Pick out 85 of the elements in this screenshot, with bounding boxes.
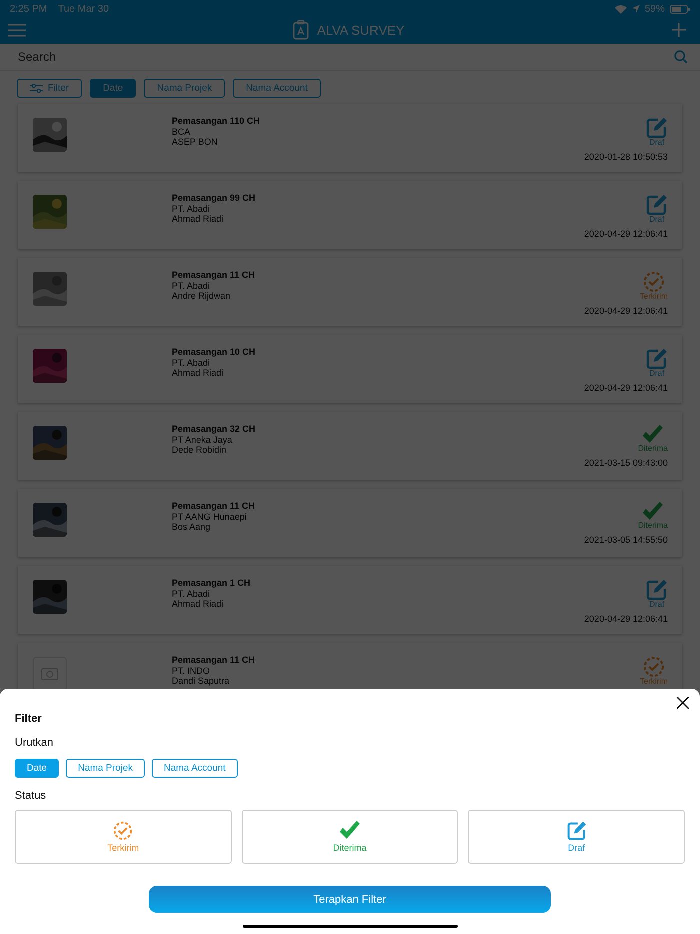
status-label: Diterima [638,444,668,453]
survey-title: Pemasangan 10 CH [172,347,257,358]
menu-icon[interactable] [8,24,26,36]
survey-date: 2020-01-28 10:50:53 [584,152,668,162]
close-icon[interactable] [677,697,689,709]
status-label: Terkirim [640,677,668,686]
battery-percent: 59% [644,4,665,14]
survey-date: 2020-04-29 12:06:41 [584,229,668,239]
survey-title: Pemasangan 32 CH [172,424,257,434]
status-label: Terkirim [640,292,668,301]
filter-chip[interactable]: Filter [17,79,82,98]
status-time: 2:25 PM [10,4,48,14]
survey-title: Pemasangan 11 CH [172,655,256,666]
person-name: Ahmad Riadi [172,599,225,610]
survey-card[interactable]: Pemasangan 99 CH PT. Abadi Ahmad Riadi Draf 2020-04-29 12:06:41 [18,181,682,249]
survey-card[interactable]: Pemasangan 10 CH PT. Abadi Ahmad Riadi Draf 2020-04-29 12:06:41 [18,335,682,403]
survey-title: Pemasangan 99 CH [172,193,257,204]
dashed-check-icon [113,821,134,841]
survey-date: 2021-03-15 09:43:00 [584,458,668,468]
company-name: PT Aneka Jaya [172,434,234,445]
apply-filter-button[interactable]: Terapkan Filter [149,886,551,913]
person-name: Andre Rijdwan [172,291,232,302]
edit-icon [566,821,587,841]
sliders-icon [30,84,43,93]
edit-icon [646,348,668,370]
status-label: Draf [649,369,665,378]
add-icon[interactable] [672,23,686,37]
survey-card[interactable]: Pemasangan 1 CH PT. Abadi Ahmad Riadi Draf 2020-04-29 12:06:41 [18,566,682,634]
edit-icon [646,194,668,216]
person-name: Dede Robidin [172,445,228,456]
edit-icon [646,579,668,601]
status-option[interactable]: Diterima [242,810,458,864]
search-field[interactable]: Search [18,50,674,64]
sheet-title: Filter [15,713,43,725]
survey-date: 2020-04-29 12:06:41 [584,306,668,316]
survey-date: 2020-04-29 12:06:41 [584,383,668,393]
survey-card[interactable]: Pemasangan 11 CH PT AANG Hunaepi Bos Aang Diterima 2021-03-05 14:55:50 [18,489,682,557]
status-label: Draf [649,600,665,609]
check-icon [642,425,664,445]
search-icon[interactable] [674,50,688,64]
status-label: Status [15,790,48,802]
location-icon [632,5,640,13]
wifi-icon [614,4,627,14]
survey-date: 2021-03-05 14:55:50 [584,535,668,545]
survey-date: 2020-04-29 12:06:41 [584,614,668,624]
survey-card[interactable]: Pemasangan 32 CH PT Aneka Jaya Dede Robidin Diterima 2021-03-15 09:43:00 [18,412,682,480]
status-date: Tue Mar 30 [58,4,110,14]
company-name: PT. Abadi [172,588,212,599]
company-name: PT. Abadi [172,280,212,291]
company-name: BCA [172,126,192,137]
sort-option[interactable]: Date [15,759,60,778]
person-name: Ahmad Riadi [172,214,225,224]
status-option[interactable]: Draf [468,810,686,864]
filter-chip[interactable]: Nama Account [233,79,321,98]
app-title: ALVA SURVEY [317,22,405,38]
status-label: Diterima [638,521,668,530]
filter-chip[interactable]: Date [90,79,136,98]
status-label: Draf [649,138,665,147]
person-name: Ahmad Riadi [172,368,225,378]
survey-title: Pemasangan 1 CH [172,578,252,588]
dashed-check-icon [643,271,665,293]
survey-card[interactable]: Pemasangan 110 CH BCA ASEP BON Draf 2020-01-28 10:50:53 [18,104,682,172]
survey-title: Pemasangan 11 CH [172,501,256,512]
dashed-check-icon [643,656,665,678]
survey-card[interactable]: Pemasangan 11 CH PT. Abadi Andre Rijdwan Terkirim 2020-04-29 12:06:41 [18,258,682,326]
check-icon [339,821,361,841]
person-name: Dandi Saputra [172,676,231,686]
company-name: PT. Abadi [172,358,212,368]
sort-option[interactable]: Nama Account [152,759,238,778]
company-name: PT AANG Hunaepi [172,512,248,522]
check-icon [642,502,664,522]
clipboard-icon [293,20,310,40]
person-name: ASEP BON [172,137,219,148]
edit-icon [646,117,668,139]
company-name: PT. Abadi [172,204,212,214]
sort-label: Urutkan [15,737,55,749]
person-name: Bos Aang [172,522,212,532]
survey-title: Pemasangan 110 CH [172,116,262,126]
survey-title: Pemasangan 11 CH [172,270,256,280]
company-name: PT. INDO [172,666,212,676]
sort-option[interactable]: Nama Projek [66,759,145,778]
filter-chip[interactable]: Nama Projek [144,79,226,98]
battery-icon [670,4,690,14]
status-option[interactable]: Terkirim [15,810,232,864]
status-label: Draf [649,215,665,224]
